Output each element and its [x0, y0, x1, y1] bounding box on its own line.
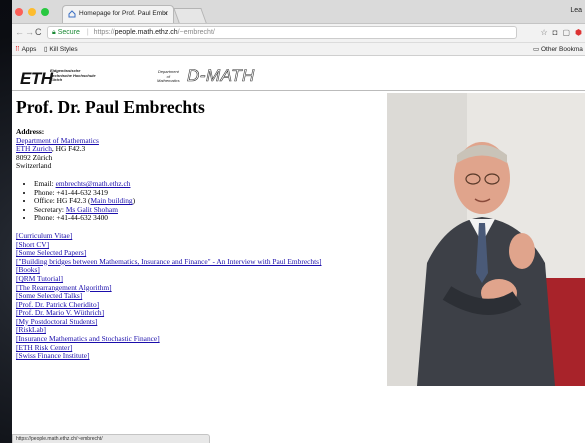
eth-logo[interactable]: ETH [20, 69, 53, 89]
adblock-icon[interactable]: ⬢ [575, 28, 582, 37]
page-icon: ▯ [44, 46, 48, 53]
dmath-logo[interactable]: D-MATH [187, 66, 255, 86]
profile-name[interactable]: Lea [570, 7, 582, 14]
address-room: , HG F42.3 [51, 144, 86, 154]
new-tab-button[interactable] [173, 8, 207, 23]
eth-zurich-link[interactable]: ETH Zurich [16, 144, 52, 153]
kill-styles-label: Kill Styles [49, 46, 78, 53]
folder-icon: ▭ [533, 46, 540, 53]
toolbar-icons: ☆ ◘ ▢ ⬢ [540, 28, 582, 37]
email-label: Email: [34, 178, 56, 188]
pocket-icon[interactable]: ◘ [553, 28, 558, 37]
main-content: Address: Department of Mathematics ETH Z… [16, 127, 386, 361]
url-scheme: https:// [93, 29, 115, 36]
portrait-photo [387, 93, 585, 386]
apps-bookmark[interactable]: ⠿ Apps [15, 45, 36, 53]
extension-icon[interactable]: ▢ [562, 28, 570, 37]
window-controls [15, 8, 49, 16]
url-path: /~embrecht/ [177, 29, 215, 36]
secure-label: Secure [57, 29, 80, 36]
dept-line-3: Mathematics [157, 78, 180, 83]
other-bookmarks-label: Other Bookma [540, 46, 583, 53]
close-window-button[interactable] [15, 8, 23, 16]
page-title: Prof. Dr. Paul Embrechts [16, 97, 205, 117]
bookmark-star-icon[interactable]: ☆ [540, 28, 547, 37]
reload-icon[interactable]: C [35, 27, 42, 37]
forward-arrow-icon[interactable]: → [25, 27, 34, 37]
web-page: ETH Eidgenössische Technische Hochschule… [12, 56, 585, 443]
separator: | [86, 29, 89, 36]
lock-icon: 🔒︎ [52, 29, 56, 36]
address-city: 8092 Zürich [16, 152, 53, 162]
eth-logo-subtitle: Eidgenössische Technische Hochschule Zür… [50, 68, 96, 83]
eth-sub-line-3: Zürich [50, 77, 63, 82]
apps-grid-icon: ⠿ [15, 46, 20, 53]
address-bar[interactable]: 🔒︎ Secure | https://people.math.ethz.ch/… [47, 26, 517, 39]
status-bar-url: https://people.math.ethz.ch/~embrecht/ [12, 434, 210, 443]
home-icon [68, 10, 76, 18]
link-interview[interactable]: ["Building bridges between Mathematics, … [16, 257, 321, 266]
page-header: ETH Eidgenössische Technische Hochschule… [12, 56, 585, 91]
bookmarks-bar: ⠿ Apps ▯ Kill Styles ▭ Other Bookma [12, 43, 585, 56]
address-country: Switzerland [16, 161, 52, 171]
minimize-window-button[interactable] [28, 8, 36, 16]
department-label: Department of Mathematics [157, 69, 180, 84]
browser-tab[interactable]: Homepage for Prof. Paul Embr × [62, 5, 174, 23]
office-end: ) [132, 196, 136, 206]
address-eth-line: ETH Zurich, HG F42.3 [16, 144, 386, 154]
tab-title: Homepage for Prof. Paul Embr [79, 10, 168, 17]
contact-list: Email: embrechts@math.ethz.ch Phone: +41… [16, 178, 386, 223]
maximize-window-button[interactable] [41, 8, 49, 16]
email-link[interactable]: embrechts@math.ethz.ch [56, 179, 131, 188]
kill-styles-bookmark[interactable]: ▯ Kill Styles [44, 45, 78, 53]
link-list: [Curriculum Vitae] [Short CV] [Some Sele… [16, 231, 386, 361]
close-tab-icon[interactable]: × [163, 9, 168, 18]
other-bookmarks[interactable]: ▭ Other Bookma [533, 45, 583, 53]
list-item: Phone: +41-44-632 3400 [34, 214, 386, 223]
link-swiss-finance[interactable]: [Swiss Finance Institute] [16, 351, 90, 360]
back-arrow-icon[interactable]: ← [15, 27, 24, 37]
tab-bar: Homepage for Prof. Paul Embr × Lea [12, 0, 585, 24]
apps-label: Apps [21, 46, 37, 53]
url-host: people.math.ethz.ch [114, 29, 178, 36]
browser-toolbar: ← → C 🔒︎ Secure | https://people.math.et… [12, 24, 585, 43]
browser-window: Homepage for Prof. Paul Embr × Lea ← → C… [12, 0, 585, 443]
